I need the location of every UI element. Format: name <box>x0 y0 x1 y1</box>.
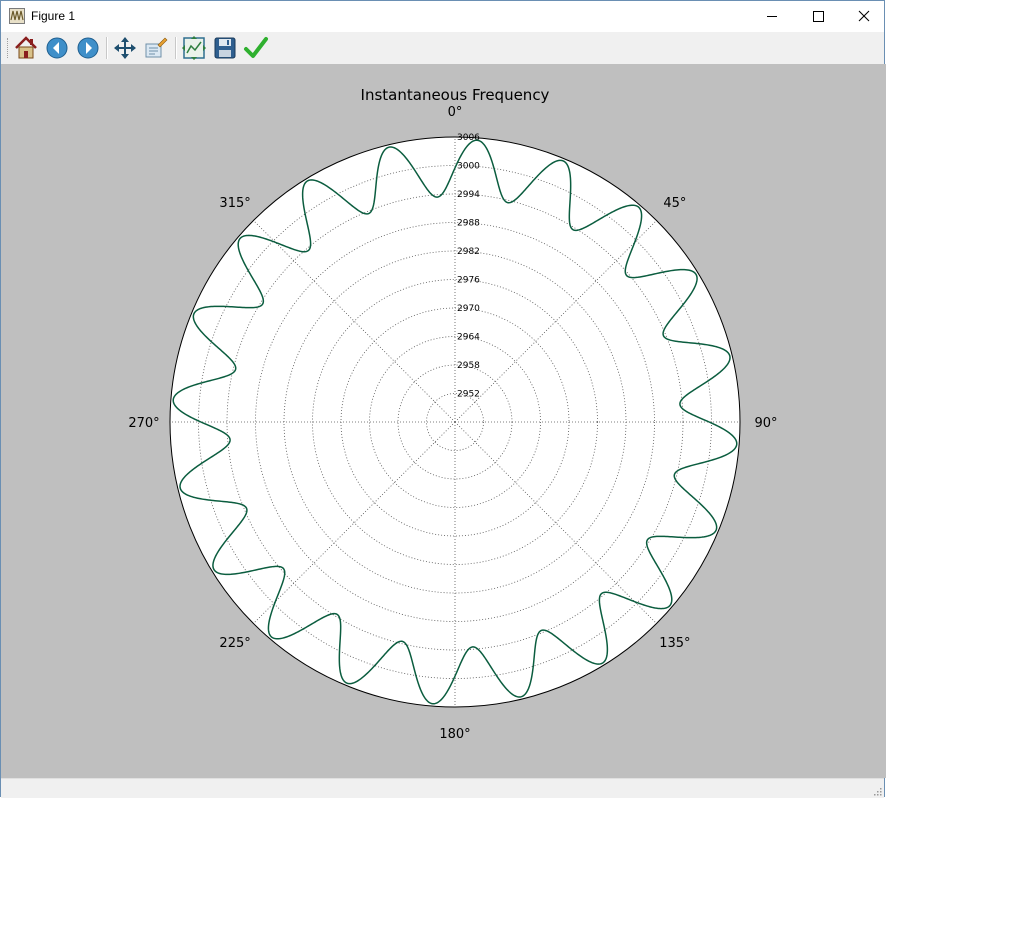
subplots-config-icon <box>182 36 206 60</box>
theta-tick-label: 315° <box>219 196 250 211</box>
r-tick-label: 2976 <box>457 276 480 286</box>
toolbar-separator <box>175 37 177 59</box>
toolbar-grip[interactable] <box>7 38 10 58</box>
move-arrows-icon <box>114 37 136 59</box>
theta-tick-label: 180° <box>439 727 470 742</box>
home-icon <box>15 36 37 59</box>
arrow-left-icon <box>46 37 68 59</box>
home-button[interactable] <box>13 35 39 61</box>
back-button[interactable] <box>44 35 70 61</box>
arrow-right-icon <box>77 37 99 59</box>
polar-plot: Instantaneous Frequency 2952 2958 2964 2970… <box>128 86 777 742</box>
theta-tick-label: 0° <box>448 105 463 120</box>
zoom-rect-icon <box>145 37 168 58</box>
theta-tick-label: 270° <box>128 416 159 431</box>
pan-button[interactable] <box>112 35 138 61</box>
theta-tick-label: 225° <box>219 636 250 651</box>
forward-button[interactable] <box>75 35 101 61</box>
r-tick-label: 3000 <box>457 162 480 172</box>
minimize-icon <box>767 16 777 17</box>
r-tick-label: 2982 <box>457 247 480 257</box>
app-icon <box>9 8 25 24</box>
save-button[interactable] <box>212 35 238 61</box>
plot-canvas[interactable]: Instantaneous Frequency 2952 2958 2964 2970… <box>1 64 886 778</box>
theta-tick-label: 135° <box>659 636 690 651</box>
r-tick-label: 2994 <box>457 190 480 200</box>
maximize-button[interactable] <box>795 1 841 32</box>
zoom-button[interactable] <box>143 35 169 61</box>
theta-tick-label: 45° <box>663 196 686 211</box>
resize-grip-icon[interactable] <box>872 786 882 796</box>
toolbar-separator <box>106 37 108 59</box>
r-tick-label: 2964 <box>457 333 480 343</box>
figure-window: Figure 1 Instantaneous Frequency 2952 29… <box>0 0 886 798</box>
checkmark-icon <box>244 37 268 58</box>
floppy-disk-icon <box>214 37 236 59</box>
theta-tick-label: 90° <box>754 416 777 431</box>
navigation-toolbar <box>1 32 884 64</box>
maximize-icon <box>813 11 824 22</box>
subplots-button[interactable] <box>181 35 207 61</box>
r-tick-label: 2958 <box>457 361 480 371</box>
r-tick-label: 2988 <box>457 219 480 229</box>
title-bar[interactable]: Figure 1 <box>1 1 884 32</box>
close-button[interactable] <box>841 1 887 32</box>
status-bar <box>1 778 884 798</box>
minimize-button[interactable] <box>749 1 795 32</box>
r-tick-label: 2970 <box>457 304 480 314</box>
window-title: Figure 1 <box>31 9 76 23</box>
close-icon <box>858 10 870 22</box>
r-tick-label: 2952 <box>457 390 480 400</box>
chart-title: Instantaneous Frequency <box>361 86 550 104</box>
edit-button[interactable] <box>243 35 269 61</box>
